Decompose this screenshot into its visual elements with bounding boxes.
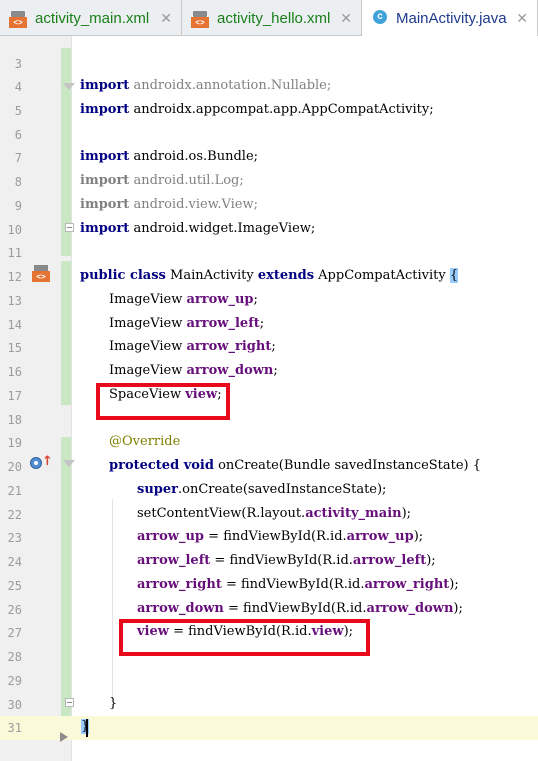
fold-arrow-icon[interactable] <box>63 460 75 467</box>
code-text: ImageView arrow_down; <box>109 363 278 378</box>
line-number: 25 <box>7 579 22 593</box>
code-line[interactable]: 4 import androidx.annotation.Nullable; <box>0 75 538 99</box>
code-text: setContentView(R.layout.activity_main); <box>137 506 412 521</box>
related-layout-icon[interactable]: <> <box>32 265 50 283</box>
line-number: 16 <box>7 365 22 379</box>
code-line[interactable]: 29 <box>0 669 538 693</box>
line-number: 14 <box>7 318 22 332</box>
tab-label: activity_main.xml <box>35 10 150 27</box>
code-line[interactable]: 25 arrow_right = findViewById(R.id.arrow… <box>0 574 538 598</box>
code-text: import android.os.Bundle; <box>80 149 259 164</box>
code-line[interactable]: 22 setContentView(R.layout.activity_main… <box>0 503 538 527</box>
code-line[interactable]: 13 ImageView arrow_up; <box>0 289 538 313</box>
code-text: arrow_up = findViewById(R.id.arrow_up); <box>137 529 424 544</box>
highlight-box-view-assignment <box>119 619 370 656</box>
code-text: import android.widget.ImageView; <box>80 221 316 236</box>
editor-tab-bar: <> activity_main.xml ✕ <> activity_hello… <box>0 0 538 36</box>
line-number: 11 <box>7 246 22 260</box>
xml-file-icon: <> <box>9 11 27 28</box>
code-line[interactable]: 6 <box>0 123 538 147</box>
class-file-icon: c <box>373 10 387 24</box>
line-number: 24 <box>7 555 22 569</box>
code-line[interactable]: 10 import android.widget.ImageView; <box>0 218 538 242</box>
code-text: arrow_left = findViewById(R.id.arrow_lef… <box>137 553 436 568</box>
code-text: ImageView arrow_left; <box>109 316 265 331</box>
line-number: 20 <box>7 460 22 474</box>
line-number: 7 <box>14 151 22 165</box>
fold-toggle-icon[interactable] <box>65 223 74 232</box>
code-line[interactable]: 24 arrow_left = findViewById(R.id.arrow_… <box>0 550 538 574</box>
line-number: 21 <box>7 484 22 498</box>
line-number: 12 <box>7 270 22 284</box>
tab-label: MainActivity.java <box>396 10 507 27</box>
code-line[interactable]: 15 ImageView arrow_right; <box>0 336 538 360</box>
code-text: ImageView arrow_right; <box>109 339 276 354</box>
close-icon[interactable]: ✕ <box>516 10 528 27</box>
code-line[interactable]: 21 super.onCreate(savedInstanceState); <box>0 479 538 503</box>
line-number: 26 <box>7 603 22 617</box>
line-number: 9 <box>14 199 22 213</box>
text-caret <box>86 719 88 737</box>
code-text: } <box>109 696 118 711</box>
line-number: 4 <box>14 80 22 94</box>
code-line[interactable]: 7 import android.os.Bundle; <box>0 146 538 170</box>
fold-arrow-icon[interactable] <box>63 83 75 90</box>
code-text: import androidx.appcompat.app.AppCompatA… <box>80 102 434 117</box>
line-number: 30 <box>7 698 22 712</box>
line-number: 3 <box>14 57 22 71</box>
fold-toggle-icon[interactable] <box>65 698 74 707</box>
code-text: ImageView arrow_up; <box>109 292 258 307</box>
line-number: 15 <box>7 341 22 355</box>
override-method-icon[interactable]: ↑ <box>30 454 53 471</box>
close-icon[interactable]: ✕ <box>160 10 172 27</box>
code-line[interactable]: 19 @Override <box>0 431 538 455</box>
line-number: 28 <box>7 650 22 664</box>
highlight-box-spaceview <box>96 383 230 420</box>
code-editor[interactable]: 3 4 import androidx.annotation.Nullable;… <box>0 36 538 761</box>
line-number: 17 <box>7 389 22 403</box>
close-icon[interactable]: ✕ <box>340 10 352 27</box>
code-line[interactable]: 3 <box>0 52 538 76</box>
code-line[interactable]: 12 public class MainActivity extends App… <box>0 265 538 289</box>
line-number: 6 <box>14 128 22 142</box>
code-text: import androidx.annotation.Nullable; <box>80 78 332 93</box>
code-text: arrow_down = findViewById(R.id.arrow_dow… <box>137 601 463 616</box>
code-line[interactable]: 16 ImageView arrow_down; <box>0 360 538 384</box>
line-number: 18 <box>7 413 22 427</box>
fold-end-icon[interactable] <box>60 732 68 742</box>
line-number: 5 <box>14 104 22 118</box>
code-line[interactable]: 20 protected void onCreate(Bundle savedI… <box>0 455 538 479</box>
code-line[interactable]: 30 } <box>0 693 538 717</box>
code-line[interactable]: 14 ImageView arrow_left; <box>0 313 538 337</box>
xml-file-icon: <> <box>191 11 209 28</box>
code-text: import android.util.Log; <box>80 173 244 188</box>
code-line[interactable]: 5 import androidx.appcompat.app.AppCompa… <box>0 99 538 123</box>
code-text: super.onCreate(savedInstanceState); <box>137 482 387 497</box>
line-number: 22 <box>7 508 22 522</box>
line-number: 8 <box>14 175 22 189</box>
line-number: 13 <box>7 294 22 308</box>
tab-activity-hello-xml[interactable]: <> activity_hello.xml ✕ <box>182 0 362 36</box>
tab-activity-main-xml[interactable]: <> activity_main.xml ✕ <box>0 0 182 36</box>
line-number: 29 <box>7 674 22 688</box>
code-text: @Override <box>109 434 181 449</box>
line-number: 10 <box>7 223 22 237</box>
code-text: public class MainActivity extends AppCom… <box>80 268 459 283</box>
code-text: protected void onCreate(Bundle savedInst… <box>109 458 482 473</box>
tab-label: activity_hello.xml <box>217 10 331 27</box>
line-number: 19 <box>7 436 22 450</box>
code-line[interactable]: 8 import android.util.Log; <box>0 170 538 194</box>
code-line-current[interactable]: 31 } <box>0 716 538 740</box>
code-text: import android.view.View; <box>80 197 258 212</box>
line-number: 23 <box>7 531 22 545</box>
tab-main-activity-java[interactable]: c MainActivity.java ✕ <box>362 0 538 36</box>
code-line[interactable]: 9 import android.view.View; <box>0 194 538 218</box>
code-line[interactable]: 18 <box>0 408 538 432</box>
code-line[interactable]: 11 <box>0 241 538 265</box>
code-line[interactable]: 17 SpaceView view; <box>0 384 538 408</box>
code-line[interactable]: 23 arrow_up = findViewById(R.id.arrow_up… <box>0 526 538 550</box>
line-number: 27 <box>7 626 22 640</box>
line-number: 31 <box>7 721 22 735</box>
code-text: arrow_right = findViewById(R.id.arrow_ri… <box>137 577 459 592</box>
